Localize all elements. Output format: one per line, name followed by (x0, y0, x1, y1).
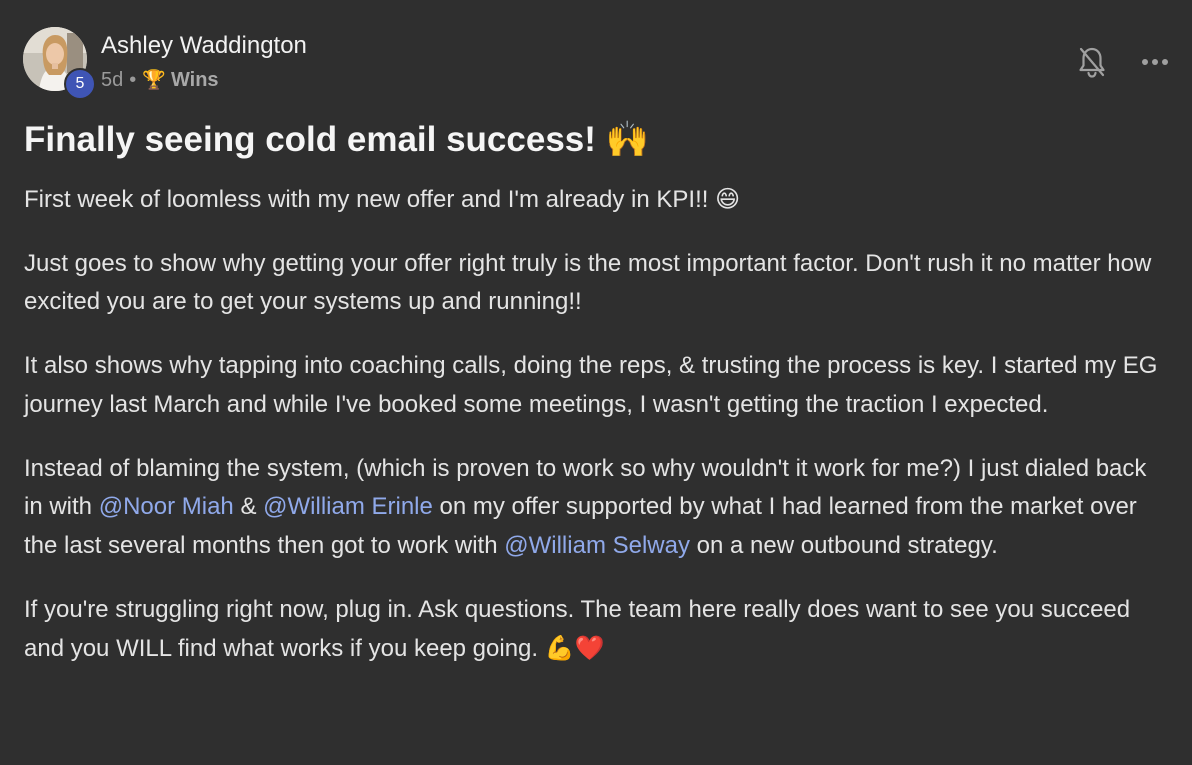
paragraph-4-text-4: on a new outbound strategy. (696, 531, 998, 559)
post-body: First week of loomless with my new offer… (24, 180, 1169, 694)
paragraph-2: Just goes to show why getting your offer… (24, 249, 1152, 316)
bell-off-icon[interactable] (1078, 46, 1106, 78)
author-name[interactable]: Ashley Waddington (101, 31, 307, 61)
post-time[interactable]: 5d (101, 67, 123, 93)
mention-william-erinle[interactable]: @William Erinle (263, 493, 433, 520)
paragraph-4-text-2: & (240, 493, 257, 521)
post-card: 5 Ashley Waddington 5d • 🏆 Wins Finally … (0, 0, 1192, 765)
meta-separator: • (129, 69, 137, 91)
paragraph-1-text: First week of loomless with my new offer… (24, 186, 709, 213)
paragraph-1: First week of loomless with my new offer… (24, 180, 1169, 220)
mention-noor-miah[interactable]: @Noor Miah (99, 493, 234, 520)
more-options-icon[interactable] (1139, 50, 1171, 74)
post-category[interactable]: Wins (171, 67, 219, 93)
paragraph-3: It also shows why tapping into coaching … (24, 352, 1158, 418)
trophy-icon: 🏆 (142, 69, 166, 91)
author-avatar-wrapper[interactable]: 5 (23, 27, 96, 100)
post-title-text: Finally seeing cold email success! (24, 120, 596, 159)
mention-william-selway[interactable]: @William Selway (504, 532, 690, 559)
red-heart-emoji: ❤️ (574, 634, 605, 663)
grin-emoji: 😄 (715, 185, 741, 213)
flexed-biceps-emoji: 💪 (544, 634, 575, 663)
paragraph-5: If you're struggling right now, plug in.… (24, 591, 1169, 669)
level-badge: 5 (64, 68, 96, 100)
paragraph-4: Instead of blaming the system, (which is… (24, 450, 1169, 566)
raised-hands-emoji: 🙌 (605, 120, 650, 160)
post-title[interactable]: Finally seeing cold email success! 🙌 (24, 118, 649, 162)
post-meta: 5d • 🏆 Wins (101, 67, 219, 93)
